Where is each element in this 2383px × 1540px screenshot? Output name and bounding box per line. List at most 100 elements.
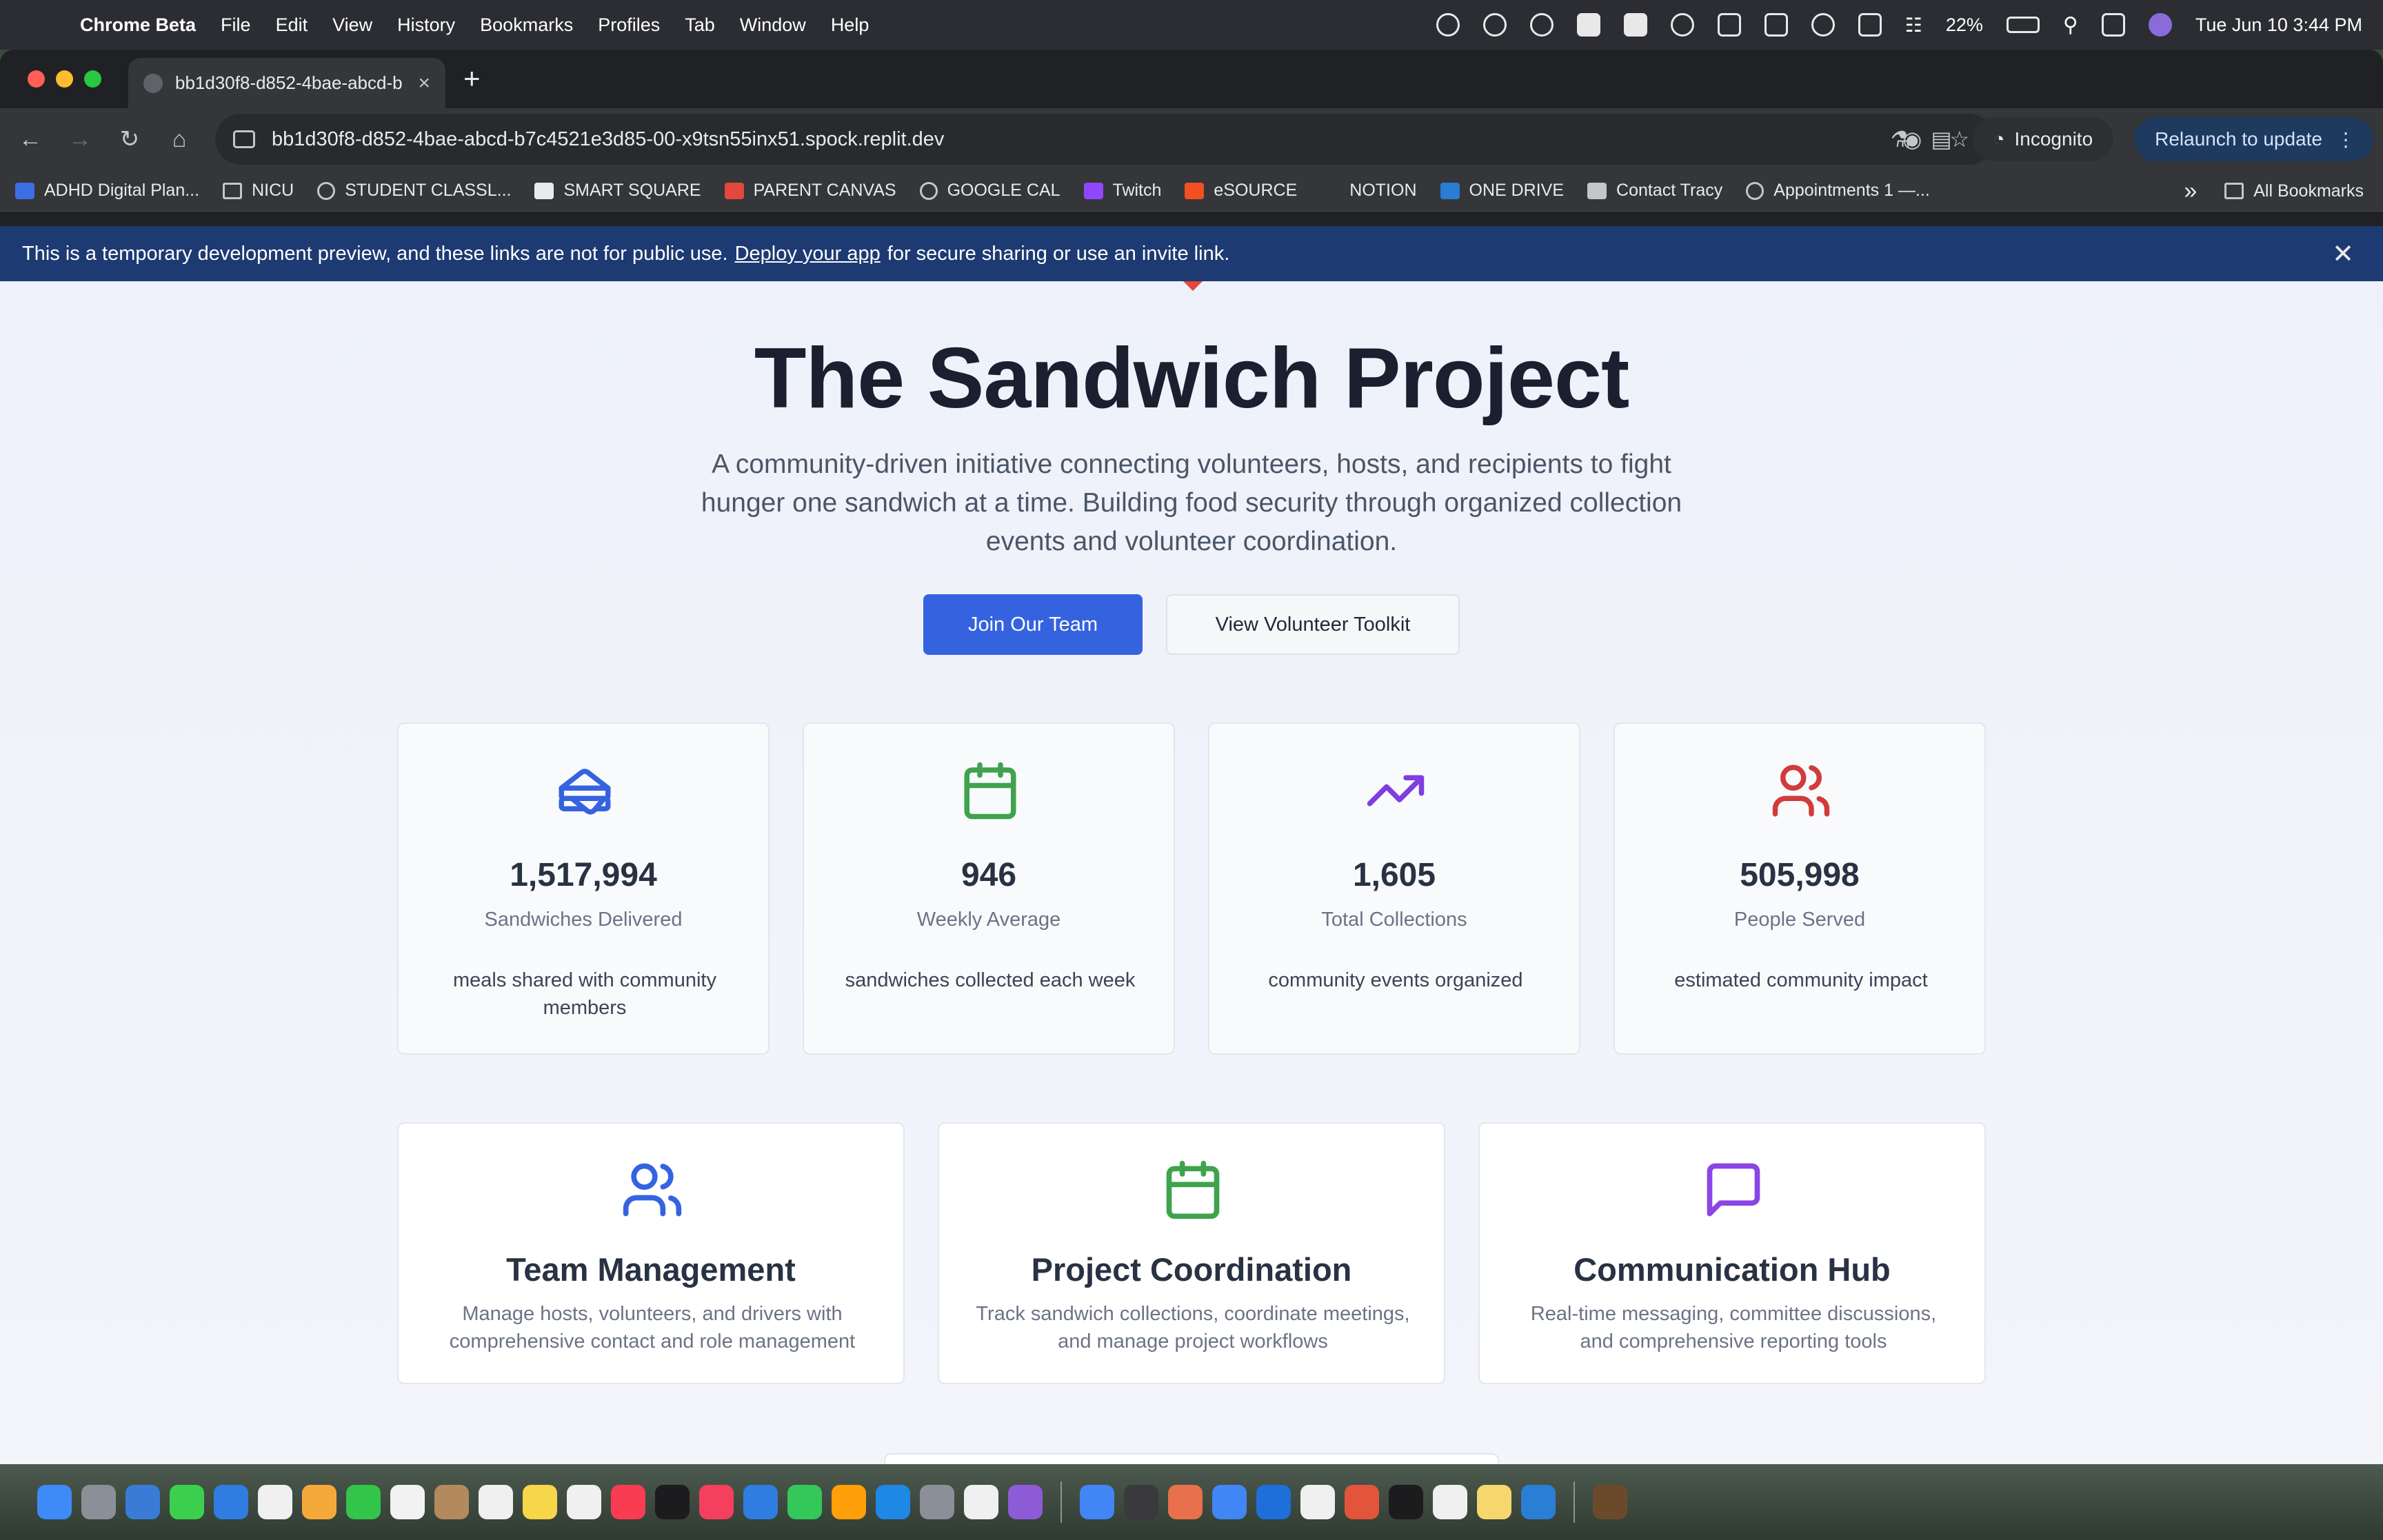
kebab-menu-icon[interactable]: ⋮ bbox=[2336, 128, 2355, 151]
dock-app-icon[interactable] bbox=[876, 1485, 910, 1519]
dock-app-icon[interactable] bbox=[523, 1485, 557, 1519]
airdrop-status-icon[interactable] bbox=[1811, 13, 1835, 37]
dock-app-icon[interactable] bbox=[743, 1485, 778, 1519]
dock-app-icon[interactable] bbox=[1477, 1485, 1511, 1519]
bookmark-item[interactable]: NICU bbox=[223, 181, 294, 201]
dock-app-icon[interactable] bbox=[346, 1485, 381, 1519]
dock-app-icon[interactable] bbox=[125, 1485, 160, 1519]
dock-app-icon[interactable] bbox=[787, 1485, 822, 1519]
banner-close-icon[interactable]: ✕ bbox=[2332, 239, 2354, 270]
reload-icon[interactable]: ↻ bbox=[105, 125, 154, 153]
forward-arrow-icon[interactable]: → bbox=[55, 126, 105, 153]
dock-app-icon[interactable] bbox=[37, 1485, 72, 1519]
tab-close-icon[interactable]: × bbox=[418, 72, 430, 95]
id-card-status-icon[interactable] bbox=[1764, 13, 1788, 37]
menu-help[interactable]: Help bbox=[831, 14, 869, 36]
wifi-icon[interactable]: ☷ bbox=[1905, 14, 1922, 37]
bookmark-item[interactable]: Contact Tracy bbox=[1587, 181, 1722, 201]
dock-app-icon[interactable] bbox=[1008, 1485, 1043, 1519]
dock-app-icon[interactable] bbox=[699, 1485, 734, 1519]
menu-bookmarks[interactable]: Bookmarks bbox=[480, 14, 573, 36]
active-tab[interactable]: bb1d30f8-d852-4bae-abcd-b × bbox=[128, 58, 445, 108]
more-bookmarks-icon[interactable]: » bbox=[2184, 178, 2197, 205]
menu-view[interactable]: View bbox=[332, 14, 372, 36]
zoom-window-button[interactable] bbox=[84, 70, 101, 88]
volunteer-toolkit-button[interactable]: View Volunteer Toolkit bbox=[1166, 594, 1460, 655]
window-controls bbox=[28, 70, 101, 88]
dock-app-icon[interactable] bbox=[1593, 1485, 1627, 1519]
menu-file[interactable]: File bbox=[221, 14, 251, 36]
all-bookmarks-button[interactable]: All Bookmarks bbox=[2224, 181, 2364, 201]
bookmark-item[interactable]: SMART SQUARE bbox=[534, 181, 701, 201]
bookmark-item[interactable]: ONE DRIVE bbox=[1440, 181, 1564, 201]
siri-icon[interactable] bbox=[2148, 13, 2172, 37]
stat-description: community events organized bbox=[1268, 969, 1523, 991]
dock-app-icon[interactable] bbox=[1389, 1485, 1423, 1519]
bookmark-item[interactable]: GOOGLE CAL bbox=[919, 181, 1060, 201]
labs-flask-icon[interactable]: ⚗ bbox=[1891, 126, 1911, 152]
dock-app-icon[interactable] bbox=[1080, 1485, 1114, 1519]
home-icon[interactable]: ⌂ bbox=[154, 126, 204, 153]
perplexity-status-icon[interactable] bbox=[1482, 13, 1507, 37]
dock-app-icon[interactable] bbox=[1345, 1485, 1379, 1519]
cloud-sync-status-icon[interactable] bbox=[1529, 13, 1554, 37]
bookmark-item[interactable]: Appointments 1 —... bbox=[1746, 181, 1930, 201]
bookmark-item[interactable]: eSOURCE bbox=[1185, 181, 1297, 201]
dock-app-icon[interactable] bbox=[1168, 1485, 1203, 1519]
bookmark-item[interactable]: PARENT CANVAS bbox=[724, 181, 896, 201]
dock-app-icon[interactable] bbox=[1300, 1485, 1335, 1519]
shazam-status-icon[interactable] bbox=[1670, 13, 1694, 37]
malwarebytes-status-icon[interactable] bbox=[1623, 13, 1647, 37]
spotlight-search-icon[interactable]: ⚲ bbox=[2063, 13, 2078, 37]
dock-app-icon[interactable] bbox=[390, 1485, 425, 1519]
reading-list-icon[interactable]: ▤ bbox=[1931, 126, 1951, 152]
menu-history[interactable]: History bbox=[397, 14, 455, 36]
stat-value: 1,517,994 bbox=[510, 857, 657, 893]
dock-app-icon[interactable] bbox=[567, 1485, 601, 1519]
menu-tab[interactable]: Tab bbox=[685, 14, 715, 36]
dock-app-icon[interactable] bbox=[920, 1485, 954, 1519]
back-arrow-icon[interactable]: ← bbox=[6, 126, 55, 153]
dock-app-icon[interactable] bbox=[1256, 1485, 1291, 1519]
dock-app-icon[interactable] bbox=[214, 1485, 248, 1519]
menu-profiles[interactable]: Profiles bbox=[598, 14, 660, 36]
site-settings-icon[interactable] bbox=[233, 130, 255, 148]
focus-status-icon[interactable] bbox=[1858, 13, 1882, 37]
snowflake-status-icon[interactable] bbox=[1576, 13, 1600, 37]
menubar-clock[interactable]: Tue Jun 10 3:44 PM bbox=[2195, 14, 2362, 36]
dock-app-icon[interactable] bbox=[1124, 1485, 1158, 1519]
chatgpt-status-icon[interactable] bbox=[1436, 13, 1460, 37]
dock-app-icon[interactable] bbox=[1212, 1485, 1247, 1519]
dock-app-icon[interactable] bbox=[258, 1485, 292, 1519]
minimize-window-button[interactable] bbox=[56, 70, 73, 88]
incognito-button[interactable]: ◔ Incognito bbox=[1972, 117, 2114, 161]
dock-app-icon[interactable] bbox=[302, 1485, 336, 1519]
join-team-button[interactable]: Join Our Team bbox=[923, 594, 1143, 655]
menu-edit[interactable]: Edit bbox=[276, 14, 308, 36]
address-url[interactable]: bb1d30f8-d852-4bae-abcd-b7c4521e3d85-00-… bbox=[272, 128, 1902, 151]
relaunch-button[interactable]: Relaunch to update ⋮ bbox=[2134, 117, 2373, 161]
dock-app-icon[interactable] bbox=[434, 1485, 469, 1519]
control-center-icon[interactable] bbox=[2101, 13, 2125, 37]
address-bar[interactable]: bb1d30f8-d852-4bae-abcd-b7c4521e3d85-00-… bbox=[215, 114, 1994, 165]
dock-app-icon[interactable] bbox=[170, 1485, 204, 1519]
deploy-app-link[interactable]: Deploy your app bbox=[735, 243, 881, 265]
bookmark-item[interactable]: ADHD Digital Plan... bbox=[15, 181, 199, 201]
dock-app-icon[interactable] bbox=[655, 1485, 690, 1519]
close-window-button[interactable] bbox=[28, 70, 45, 88]
dock-app-icon[interactable] bbox=[832, 1485, 866, 1519]
dock-app-icon[interactable] bbox=[81, 1485, 116, 1519]
dock-app-icon[interactable] bbox=[1521, 1485, 1556, 1519]
accessibility-status-icon[interactable] bbox=[1717, 13, 1741, 37]
menu-window[interactable]: Window bbox=[740, 14, 806, 36]
dock-app-icon[interactable] bbox=[611, 1485, 645, 1519]
battery-icon[interactable] bbox=[2006, 17, 2040, 33]
new-tab-icon[interactable]: + bbox=[463, 62, 481, 95]
bookmark-item[interactable]: STUDENT CLASSL... bbox=[317, 181, 511, 201]
dock-app-icon[interactable] bbox=[1433, 1485, 1467, 1519]
dock-app-icon[interactable] bbox=[479, 1485, 513, 1519]
menu-app-name[interactable]: Chrome Beta bbox=[80, 14, 196, 36]
dock-app-icon[interactable] bbox=[964, 1485, 998, 1519]
bookmark-item[interactable]: Twitch bbox=[1083, 181, 1161, 201]
bookmark-item[interactable]: NOTION bbox=[1320, 181, 1416, 201]
